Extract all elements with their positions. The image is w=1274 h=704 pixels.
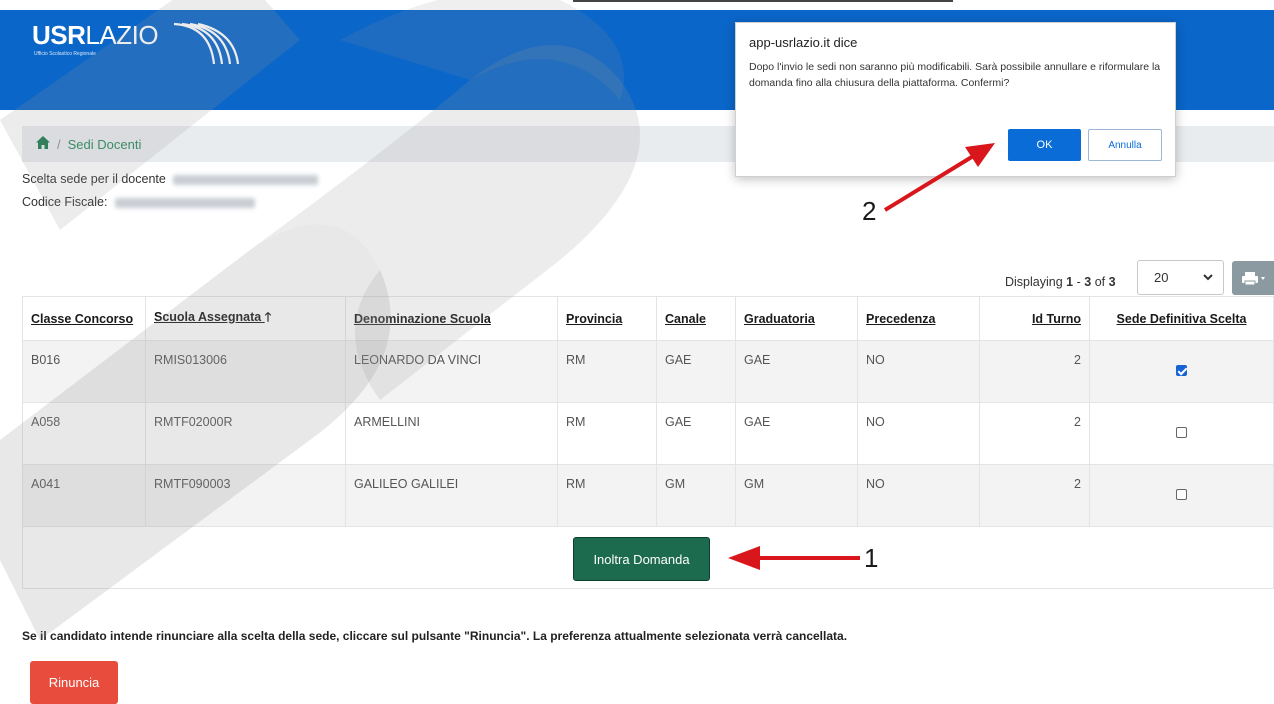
cell-id-turno: 2 [979, 340, 1090, 403]
table-row: A041 RMTF090003 GALILEO GALILEI RM GM GM NO 2 [22, 464, 1274, 527]
teacher-name-row: Scelta sede per il docente [22, 172, 319, 186]
col-denominazione-scuola[interactable]: Denominazione Scuola [345, 296, 558, 341]
dialog-message: Dopo l'invio le sedi non saranno più mod… [749, 61, 1161, 89]
cell-precedenza: NO [857, 340, 980, 403]
fiscal-code-row: Codice Fiscale: [22, 195, 255, 209]
cell-precedenza: NO [857, 402, 980, 465]
usr-lazio-logo[interactable]: USRLAZIO Ufficio Scolastico Regionale [32, 20, 240, 65]
fiscal-code-redacted [114, 197, 255, 208]
page-size-select[interactable]: 20 [1137, 260, 1224, 295]
cell-scuola-assegnata: RMIS013006 [145, 340, 346, 403]
cell-provincia: RM [557, 402, 657, 465]
cell-denominazione-scuola: LEONARDO DA VINCI [345, 340, 558, 403]
cell-classe-concorso: A058 [22, 402, 146, 465]
teacher-name-redacted [173, 174, 319, 185]
paging-from: 1 [1066, 275, 1074, 289]
cell-id-turno: 2 [979, 402, 1090, 465]
print-icon [1242, 272, 1265, 286]
breadcrumb-separator: / [57, 136, 61, 152]
paging-of: of [1094, 275, 1106, 289]
breadcrumb-sedi-docenti[interactable]: Sedi Docenti [68, 137, 142, 152]
col-sede-definitiva[interactable]: Sede Definitiva Scelta [1089, 296, 1274, 341]
sedi-table: Classe Concorso Scuola Assegnata 🡑 Denom… [22, 296, 1274, 527]
col-scuola-assegnata[interactable]: Scuola Assegnata 🡑 [145, 296, 346, 341]
rinuncia-note: Se il candidato intende rinunciare alla … [22, 629, 848, 643]
displaying-label: Displaying [1005, 275, 1063, 289]
table-header-row: Classe Concorso Scuola Assegnata 🡑 Denom… [22, 296, 1274, 341]
cell-graduatoria: GAE [735, 340, 858, 403]
confirm-dialog: app-usrlazio.it dice Dopo l'invio le sed… [735, 22, 1176, 177]
logo-light-text: LAZIO [85, 20, 159, 50]
sede-definitiva-checkbox[interactable] [1176, 365, 1187, 376]
sede-definitiva-checkbox[interactable] [1176, 489, 1187, 500]
cell-sede-definitiva [1089, 340, 1274, 403]
cell-precedenza: NO [857, 464, 980, 527]
dialog-title: app-usrlazio.it dice [749, 35, 858, 50]
cell-classe-concorso: A041 [22, 464, 146, 527]
cell-graduatoria: GAE [735, 402, 858, 465]
logo-swoosh-icon [173, 22, 240, 65]
sede-definitiva-checkbox[interactable] [1176, 427, 1187, 438]
rinuncia-button[interactable]: Rinuncia [30, 661, 118, 704]
cell-scuola-assegnata: RMTF090003 [145, 464, 346, 527]
cell-canale: GAE [656, 402, 736, 465]
print-button[interactable] [1232, 261, 1274, 295]
cell-denominazione-scuola: GALILEO GALILEI [345, 464, 558, 527]
logo-bold-text: USR [32, 20, 86, 50]
col-graduatoria[interactable]: Graduatoria [735, 296, 858, 341]
cell-graduatoria: GM [735, 464, 858, 527]
cell-denominazione-scuola: ARMELLINI [345, 402, 558, 465]
cell-provincia: RM [557, 340, 657, 403]
top-underline [573, 0, 953, 2]
table-row: B016 RMIS013006 LEONARDO DA VINCI RM GAE GAE N… [22, 340, 1274, 403]
cell-canale: GAE [656, 340, 736, 403]
cell-classe-concorso: B016 [22, 340, 146, 403]
paging-dash: - [1076, 275, 1081, 289]
cell-sede-definitiva [1089, 464, 1274, 527]
col-scuola-assegnata-label: Scuola Assegnata [154, 310, 262, 324]
col-id-turno[interactable]: Id Turno [979, 296, 1090, 341]
annotation-step-2: 2 [862, 196, 877, 226]
col-provincia[interactable]: Provincia [557, 296, 657, 341]
col-classe-concorso[interactable]: Classe Concorso [22, 296, 146, 341]
cell-scuola-assegnata: RMTF02000R [145, 402, 346, 465]
paging-to: 3 [1084, 275, 1092, 289]
teacher-label: Scelta sede per il docente [22, 172, 166, 186]
cell-id-turno: 2 [979, 464, 1090, 527]
dialog-cancel-button[interactable]: Annulla [1088, 129, 1162, 161]
home-icon[interactable] [36, 136, 50, 152]
logo-subtitle: Ufficio Scolastico Regionale [34, 51, 96, 57]
sort-up-icon: 🡑 [264, 310, 272, 324]
col-precedenza[interactable]: Precedenza [857, 296, 980, 341]
fiscal-code-label: Codice Fiscale: [22, 195, 108, 209]
cell-canale: GM [656, 464, 736, 527]
paging-total: 3 [1108, 275, 1116, 289]
cell-sede-definitiva [1089, 402, 1274, 465]
pagination-info: Displaying 1 - 3 of 3 [1005, 275, 1116, 289]
cell-provincia: RM [557, 464, 657, 527]
dialog-ok-button[interactable]: OK [1008, 129, 1081, 161]
annotation-step-1: 1 [864, 543, 879, 573]
col-canale[interactable]: Canale [656, 296, 736, 341]
page-size-value: 20 [1154, 270, 1169, 285]
inoltra-domanda-button[interactable]: Inoltra Domanda [573, 537, 710, 581]
table-row: A058 RMTF02000R ARMELLINI RM GAE GAE NO 2 [22, 402, 1274, 465]
